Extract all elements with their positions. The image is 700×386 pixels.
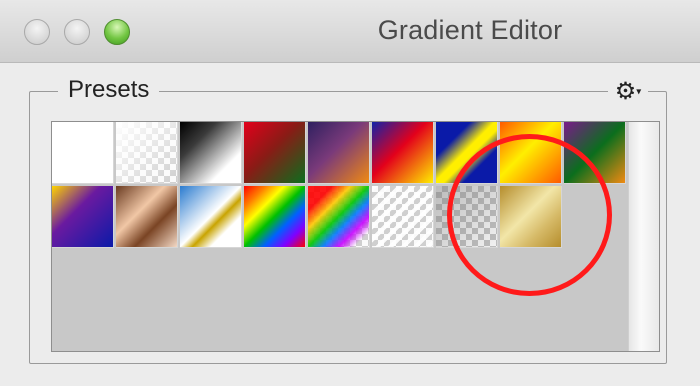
swatch-white-to-transparent[interactable] bbox=[116, 122, 178, 184]
swatch-transparent-rainbow[interactable] bbox=[308, 186, 370, 248]
chevron-down-icon: ▾ bbox=[636, 86, 642, 98]
window-title: Gradient Editor bbox=[377, 15, 563, 45]
close-button[interactable] bbox=[24, 19, 50, 45]
swatch-copper[interactable] bbox=[116, 186, 178, 248]
swatch-chrome[interactable] bbox=[180, 186, 242, 248]
presets-label: Presets bbox=[58, 76, 160, 104]
title-bar: Gradient Editor bbox=[0, 0, 700, 63]
swatch-red-green[interactable] bbox=[244, 122, 306, 184]
scrollbar[interactable] bbox=[628, 122, 659, 351]
presets-menu-button[interactable]: ⚙▾ bbox=[608, 78, 648, 106]
swatch-transparent-stripes[interactable] bbox=[372, 186, 434, 248]
swatch-yellow-violet-orange-blue[interactable] bbox=[52, 186, 114, 248]
gradient-editor-window: Gradient Editor Presets ⚙▾ bbox=[0, 0, 700, 386]
swatch-white[interactable] bbox=[52, 122, 114, 184]
swatch-blue-red-yellow[interactable] bbox=[372, 122, 434, 184]
swatch-black-to-white[interactable] bbox=[180, 122, 242, 184]
highlight-circle bbox=[447, 134, 612, 296]
zoom-button[interactable] bbox=[104, 19, 130, 45]
gear-icon: ⚙ bbox=[614, 78, 637, 105]
minimize-button[interactable] bbox=[64, 19, 90, 45]
swatch-spectrum[interactable] bbox=[244, 186, 306, 248]
swatch-violet-orange[interactable] bbox=[308, 122, 370, 184]
